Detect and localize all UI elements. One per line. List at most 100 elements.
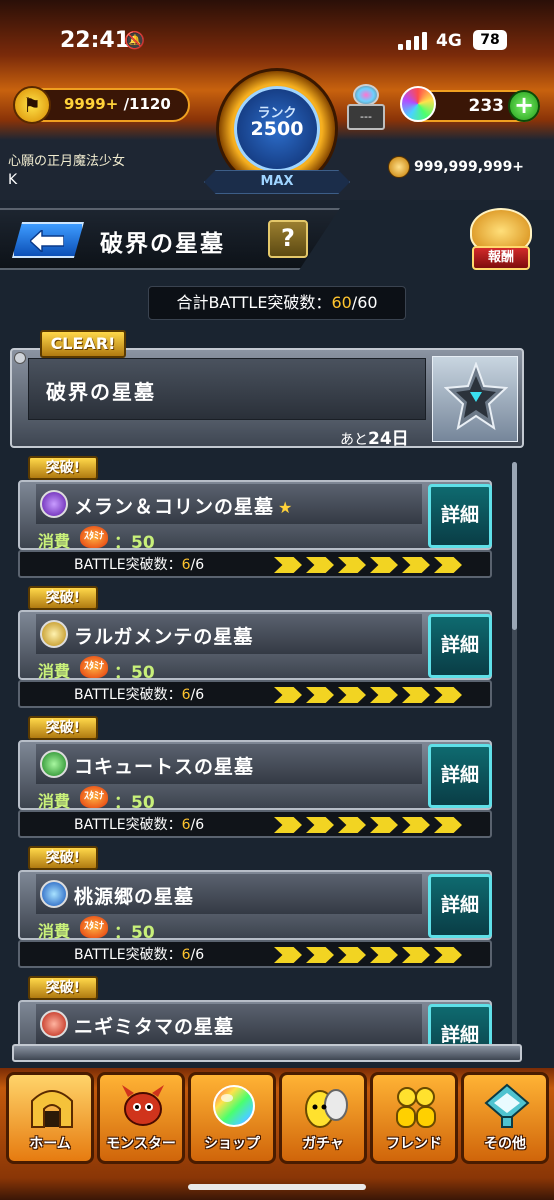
add-orb-button[interactable]: +: [508, 90, 540, 122]
rainbow-orb-icon: [209, 1083, 259, 1129]
total-label: 合計BATTLE突破数：: [176, 293, 332, 312]
quest-title-text: ラルガメンテの星墓: [74, 626, 254, 648]
signal-icon: [398, 32, 428, 50]
progress-label: BATTLE突破数：6/6: [74, 944, 204, 964]
cost-label: 消費: [38, 532, 71, 551]
progress-label: BATTLE突破数：6/6: [74, 684, 204, 704]
quest-title: ニギミタマの星墓: [74, 1012, 238, 1039]
nav-label: その他: [484, 1136, 526, 1152]
progress-text: BATTLE突破数：: [74, 947, 182, 963]
player-name: K: [8, 172, 18, 188]
area-title: 破界の星墓: [46, 380, 156, 404]
detail-button[interactable]: 詳細: [428, 484, 492, 548]
home-gate-icon: [27, 1083, 77, 1129]
egg-icon: [300, 1083, 350, 1129]
coin-count: 999,999,999+: [414, 159, 525, 175]
element-wood-icon: [40, 750, 68, 778]
stamina-cost-icon: ｽﾀﾐﾅ: [80, 656, 108, 678]
rank-value: 2500: [250, 118, 304, 140]
help-button[interactable]: ?: [268, 220, 308, 258]
progress-max: /6: [190, 817, 205, 833]
stamina-cost-icon: ｽﾀﾐﾅ: [80, 916, 108, 938]
back-arrow-icon: [30, 230, 64, 252]
quest-item[interactable]: 突破! 桃源郷の星墓 消費 ｽﾀﾐﾅ ：50 詳細 BATTLE突破数：6/6: [18, 846, 502, 970]
element-dark-icon: [40, 490, 68, 518]
quest-title-text: メラン＆コリンの星墓: [74, 496, 275, 518]
bell-muted-icon: 🔕: [124, 31, 146, 51]
progress-text: BATTLE突破数：: [74, 557, 182, 573]
element-water-icon: [40, 880, 68, 908]
stage-title: 破界の星墓: [100, 231, 225, 257]
other-icon: [482, 1083, 532, 1129]
cost-label: 消費: [38, 922, 71, 941]
pot-icon[interactable]: ---: [347, 84, 385, 132]
total-max: /60: [351, 293, 378, 312]
network-type: 4G: [436, 31, 462, 51]
orb-icon: [400, 86, 436, 122]
pot-value: ---: [347, 104, 385, 130]
progress-max: /6: [190, 687, 205, 703]
star-icon: ★: [278, 498, 294, 517]
friends-icon: [391, 1083, 441, 1129]
stamina-cost-icon: ｽﾀﾐﾅ: [80, 526, 108, 548]
remain-value: 24日: [368, 429, 409, 449]
detail-button[interactable]: 詳細: [428, 744, 492, 808]
home-indicator[interactable]: [188, 1184, 366, 1190]
cost-label: 消費: [38, 792, 71, 811]
detail-button[interactable]: 詳細: [428, 614, 492, 678]
progress-current: 6: [181, 817, 191, 833]
nav-home-gate[interactable]: ホーム: [6, 1072, 94, 1164]
element-fire-icon: [40, 1010, 68, 1038]
quest-title: ラルガメンテの星墓: [74, 622, 257, 649]
remain-prefix: あと: [340, 432, 368, 448]
nav-other[interactable]: その他: [461, 1072, 549, 1164]
stamina-icon: ⚑: [13, 86, 51, 124]
reward-label: 報酬: [472, 246, 530, 270]
stamina-readout: 9999+ /1120: [64, 95, 171, 113]
detail-button[interactable]: 詳細: [428, 874, 492, 938]
pin-icon: [14, 352, 26, 364]
progress-text: BATTLE突破数：: [74, 687, 182, 703]
element-light-icon: [40, 620, 68, 648]
stamina-cost-icon: ｽﾀﾐﾅ: [80, 786, 108, 808]
quest-title-text: ニギミタマの星墓: [74, 1016, 235, 1038]
quest-item[interactable]: 突破! ラルガメンテの星墓 消費 ｽﾀﾐﾅ ：50 詳細 BATTLE突破数：6…: [18, 586, 502, 710]
quest-title-text: コキュートスの星墓: [74, 756, 255, 778]
list-bottom-frame: [12, 1044, 522, 1062]
clear-badge: CLEAR!: [40, 330, 126, 358]
total-breakthrough: 合計BATTLE突破数：60/60: [148, 286, 406, 320]
progress-current: 6: [181, 947, 191, 963]
rank-max-plate: MAX: [204, 170, 350, 194]
nav-label: ガチャ: [302, 1136, 344, 1152]
nav-friends[interactable]: フレンド: [370, 1072, 458, 1164]
quest-item[interactable]: 突破! メラン＆コリンの星墓 ★ 消費 ｽﾀﾐﾅ ：50 詳細 BATTLE突破数…: [18, 456, 502, 580]
monster-dragon-icon: [118, 1083, 168, 1129]
battery-icon: 78: [473, 30, 507, 50]
player-title: 心願の正月魔法少女: [8, 154, 126, 169]
nav-rainbow-orb[interactable]: ショップ: [188, 1072, 276, 1164]
progress-current: 6: [181, 557, 191, 573]
reward-button[interactable]: 報酬: [470, 208, 532, 274]
status-time: 22:41: [60, 28, 131, 53]
status-bar: 22:41 🔕 4G 78: [0, 0, 554, 60]
nav-egg[interactable]: ガチャ: [279, 1072, 367, 1164]
coin-icon: [388, 156, 410, 178]
nav-label: ホーム: [29, 1136, 71, 1152]
nav-label: モンスター: [106, 1136, 176, 1152]
breakthrough-badge: 突破!: [28, 456, 98, 480]
quest-item[interactable]: 突破! コキュートスの星墓 消費 ｽﾀﾐﾅ ：50 詳細 BATTLE突破数：6…: [18, 716, 502, 840]
progress-current: 6: [181, 687, 191, 703]
nav-label: ショップ: [204, 1136, 260, 1152]
total-current: 60: [331, 293, 352, 312]
scroll-thumb[interactable]: [512, 462, 517, 630]
star-emblem-icon: [444, 362, 508, 431]
breakthrough-badge: 突破!: [28, 586, 98, 610]
stamina-current: 9999+: [64, 95, 119, 113]
progress-text: BATTLE突破数：: [74, 817, 182, 833]
nav-monster-dragon[interactable]: モンスター: [97, 1072, 185, 1164]
area-remaining: あと24日: [340, 424, 409, 449]
breakthrough-badge: 突破!: [28, 976, 98, 1000]
breakthrough-badge: 突破!: [28, 716, 98, 740]
quest-list[interactable]: 突破! メラン＆コリンの星墓 ★ 消費 ｽﾀﾐﾅ ：50 詳細 BATTLE突破数…: [8, 456, 522, 1060]
stamina-max: /1120: [123, 95, 171, 113]
